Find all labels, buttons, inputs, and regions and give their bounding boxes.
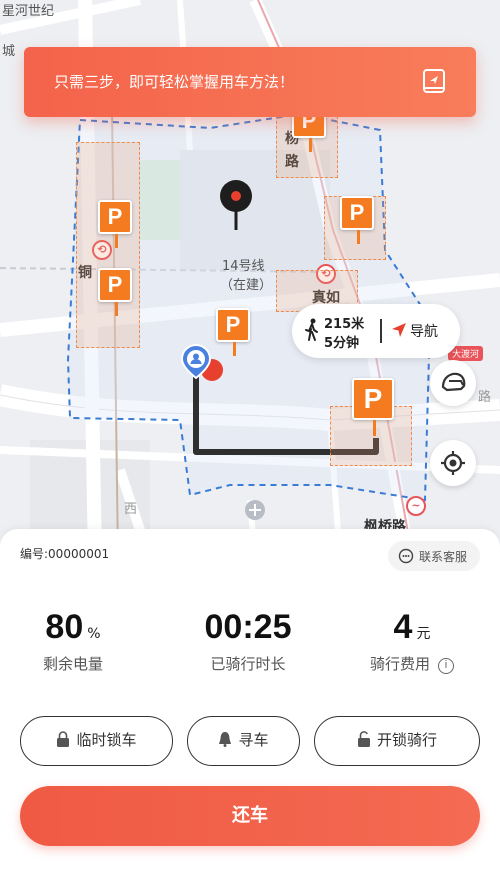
guide-book-icon bbox=[423, 69, 445, 93]
poi-label: 星河世纪 bbox=[2, 4, 55, 19]
metro-icon: ~ bbox=[406, 496, 426, 516]
ride-info-panel: 编号:00000001 联系客服 80% 剩余电量 00:25 已骑行时长 4元… bbox=[0, 529, 500, 889]
user-location-icon bbox=[180, 344, 223, 381]
return-car-button[interactable]: 还车 bbox=[20, 786, 480, 846]
parking-zone[interactable] bbox=[76, 142, 140, 348]
parking-marker[interactable]: P bbox=[98, 200, 132, 248]
parking-marker[interactable]: P bbox=[340, 196, 374, 244]
battery-label: 剩余电量 bbox=[42, 655, 103, 673]
route-time: 5分钟 bbox=[324, 336, 360, 351]
find-car-button[interactable]: 寻车 bbox=[187, 716, 300, 766]
ride-cost-stat: 4元 骑行费用 i bbox=[342, 607, 482, 674]
temp-lock-label: 临时锁车 bbox=[76, 731, 137, 749]
ride-duration-label: 已骑行时长 bbox=[210, 655, 286, 673]
ride-cost-value: 4 bbox=[393, 608, 413, 646]
navigation-button[interactable]: 导航 bbox=[386, 312, 456, 350]
locate-button[interactable] bbox=[430, 440, 476, 486]
info-icon[interactable]: i bbox=[438, 658, 454, 674]
unlock-ride-button[interactable]: 开锁骑行 bbox=[314, 716, 480, 766]
route-info-bubble: 215米 5分钟 导航 bbox=[292, 304, 460, 358]
unlock-ride-label: 开锁骑行 bbox=[376, 731, 437, 749]
ride-duration-stat: 00:25 已骑行时长 bbox=[178, 607, 318, 674]
chat-icon bbox=[398, 548, 414, 564]
road-label: 西 bbox=[124, 502, 138, 517]
find-car-label: 寻车 bbox=[238, 731, 269, 749]
temp-lock-button[interactable]: 临时锁车 bbox=[20, 716, 173, 766]
guide-banner[interactable]: 只需三步，即可轻松掌握用车方法！ bbox=[24, 47, 476, 117]
road-label: 路 bbox=[478, 390, 492, 405]
bell-icon bbox=[219, 732, 232, 747]
helmet-icon bbox=[441, 372, 466, 392]
banner-text: 只需三步，即可轻松掌握用车方法！ bbox=[54, 73, 295, 91]
rail-status-label: （在建） bbox=[220, 278, 273, 293]
battery-stat: 80% 剩余电量 bbox=[3, 607, 143, 674]
helmet-button[interactable] bbox=[430, 360, 476, 406]
contact-service-label: 联系客服 bbox=[419, 550, 468, 564]
lock-icon bbox=[57, 731, 70, 747]
walking-icon bbox=[305, 318, 318, 341]
destination-pin-icon bbox=[220, 180, 252, 230]
navigation-label: 导航 bbox=[410, 324, 438, 340]
battery-value: 80 bbox=[45, 608, 84, 646]
parking-marker-selected[interactable]: P bbox=[352, 378, 394, 436]
divider bbox=[380, 319, 382, 343]
ride-cost-label: 骑行费用 bbox=[369, 655, 430, 673]
ride-cost-unit: 元 bbox=[416, 626, 431, 642]
ride-duration-value: 00:25 bbox=[204, 608, 292, 646]
navigation-arrow-icon bbox=[392, 323, 406, 337]
parking-marker[interactable]: P bbox=[216, 308, 250, 356]
vehicle-serial-number: 编号:00000001 bbox=[20, 547, 110, 561]
parking-marker[interactable]: P bbox=[98, 268, 132, 316]
rail-label: 14号线 bbox=[222, 259, 265, 274]
locate-icon bbox=[441, 451, 465, 475]
contact-service-button[interactable]: 联系客服 bbox=[388, 541, 480, 571]
battery-unit: % bbox=[87, 626, 101, 642]
route-distance: 215米 bbox=[324, 317, 365, 332]
poi-label: 城 bbox=[2, 44, 16, 59]
unlock-icon bbox=[357, 731, 370, 747]
map-view[interactable]: 星河世纪 城 杨 路 14号线 （在建） 真如 铜 枫桥路 西 路 大渡河 ⟲ … bbox=[0, 0, 500, 560]
